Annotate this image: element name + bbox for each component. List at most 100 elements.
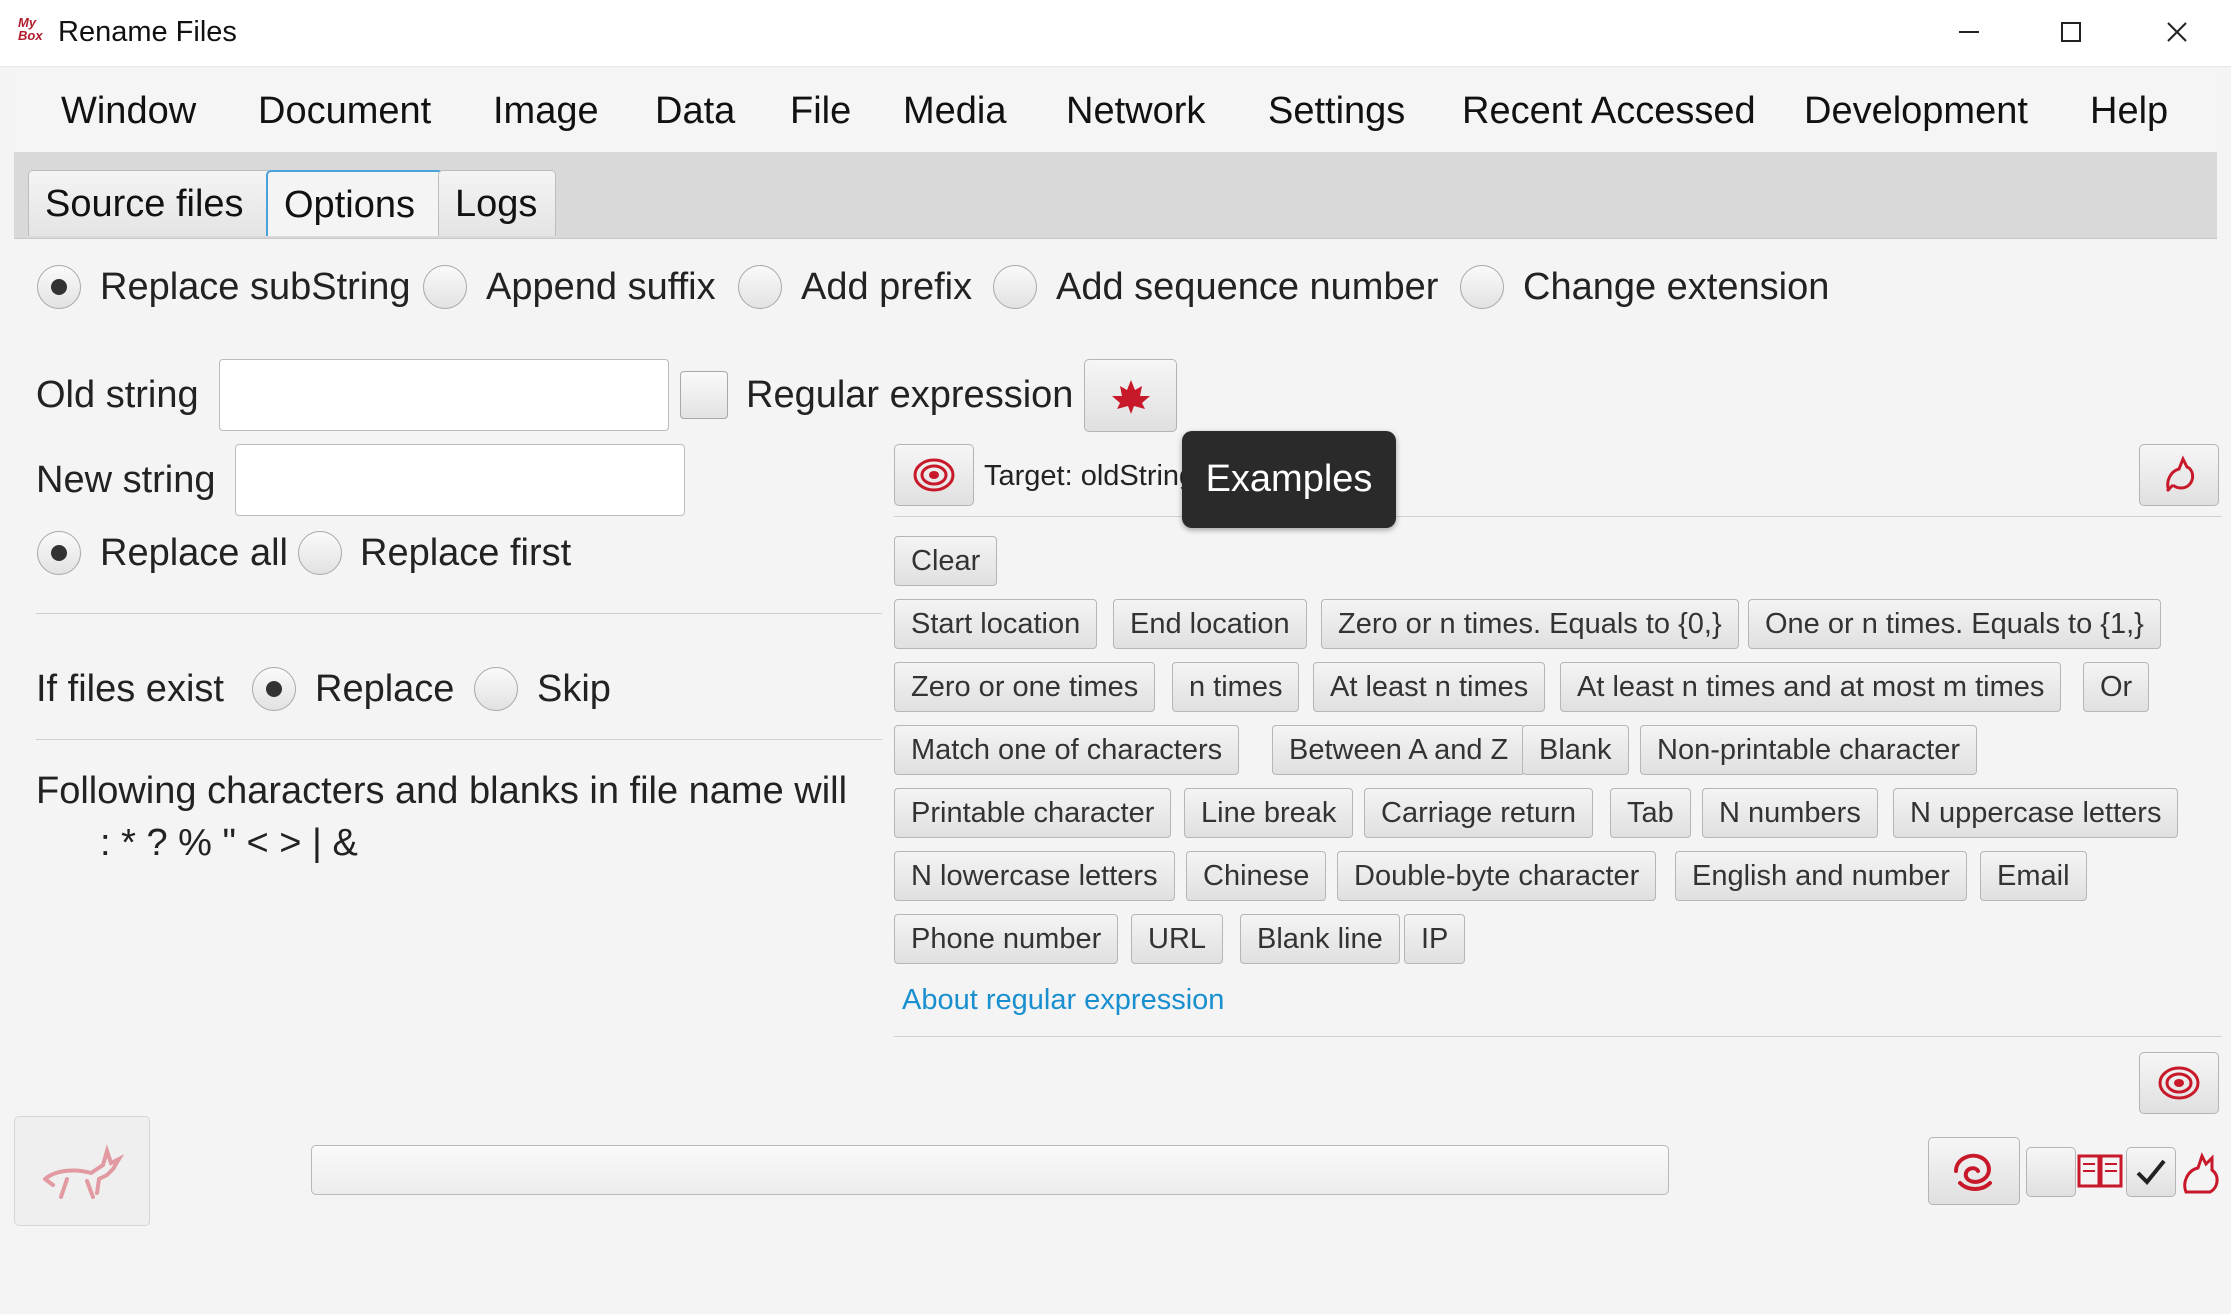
stop-button[interactable] [14,1116,150,1226]
regex-chip[interactable]: Double-byte character [1337,851,1657,901]
regex-chip[interactable]: Zero or n times. Equals to {0,} [1321,599,1739,649]
note-line-1: Following characters and blanks in file … [36,770,848,812]
radio-replace-first[interactable] [298,531,342,575]
regex-chip[interactable]: Chinese [1186,851,1327,901]
swirl-icon [1954,1153,1992,1191]
separator [36,613,882,614]
about-regex-link[interactable]: About regular expression [902,978,1224,1022]
regex-chip[interactable]: n times [1172,662,1300,712]
forbidden-chars-note: Following characters and blanks in file … [36,768,882,878]
history-button[interactable] [894,444,974,506]
radio-replace-substring[interactable] [37,265,81,309]
deer-icon [43,1144,125,1199]
menu-data[interactable]: Data [655,88,735,134]
book-icon[interactable] [2076,1152,2124,1192]
minimize-button[interactable] [1918,0,2020,64]
regex-chip[interactable]: Line break [1184,788,1354,838]
regex-clear-button[interactable]: Clear [894,536,998,586]
regex-chip[interactable]: Blank [1522,725,1629,775]
window-title: Rename Files [58,16,237,48]
separator [36,739,882,740]
regex-chip[interactable]: Blank line [1240,914,1400,964]
regex-chip[interactable]: Non-printable character [1640,725,1978,775]
regex-chip[interactable]: N lowercase letters [894,851,1175,901]
maximize-button[interactable] [2020,0,2122,64]
radio-label-change-extension: Change extension [1523,266,1830,308]
menu-help[interactable]: Help [2090,88,2168,134]
start-button[interactable] [1928,1137,2020,1205]
regex-checkbox-label: Regular expression [746,374,1074,416]
tab-options[interactable]: Options [266,170,443,236]
radio-files-exist-replace[interactable] [252,667,296,711]
old-string-input[interactable] [219,359,669,431]
minimize-icon [1959,31,1979,33]
regex-chip[interactable]: End location [1113,599,1307,649]
panel-menu-button[interactable] [2139,444,2219,506]
tab-logs[interactable]: Logs [438,170,556,236]
radio-add-prefix[interactable] [738,265,782,309]
radio-label-files-exist-replace: Replace [315,668,455,710]
regex-chip[interactable]: IP [1404,914,1466,964]
menu-document[interactable]: Document [258,88,431,134]
radio-label-replace-first: Replace first [360,532,572,574]
close-icon [2167,22,2187,42]
spiral-icon [913,458,955,492]
regex-chip[interactable]: Phone number [894,914,1119,964]
menu-window[interactable]: Window [61,88,196,134]
radio-label-add-prefix: Add prefix [801,266,973,308]
radio-label-append-suffix: Append suffix [486,266,716,308]
files-exist-label: If files exist [36,668,224,710]
menu-media[interactable]: Media [903,88,1007,134]
separator [894,516,2222,517]
check-toggle-button[interactable] [2126,1147,2176,1197]
regex-chip[interactable]: Zero or one times [894,662,1156,712]
menu-file[interactable]: File [790,88,851,134]
maximize-icon [2061,22,2081,42]
menu-development[interactable]: Development [1804,88,2028,134]
spiral-button[interactable] [2139,1052,2219,1114]
blank-toggle-button[interactable] [2026,1147,2076,1197]
examples-tooltip: Examples [1182,431,1396,528]
radio-label-replace-all: Replace all [100,532,288,574]
target-label: Target: oldString [984,460,1196,492]
regex-chip[interactable]: Between A and Z [1272,725,1526,775]
regex-chip[interactable]: At least n times [1313,662,1546,712]
checkmark-icon [2136,1159,2166,1185]
close-button[interactable] [2126,0,2228,64]
regex-checkbox[interactable] [680,371,728,419]
regex-chip[interactable]: Match one of characters [894,725,1240,775]
regex-chip[interactable]: Printable character [894,788,1172,838]
tab-source-files[interactable]: Source files [28,170,273,236]
radio-files-exist-skip[interactable] [474,667,518,711]
tab-bar: Source files Options Logs [14,152,2217,239]
radio-append-suffix[interactable] [423,265,467,309]
menu-image[interactable]: Image [493,88,599,134]
menu-settings[interactable]: Settings [1268,88,1405,134]
regex-chip[interactable]: Carriage return [1364,788,1594,838]
regex-examples-button[interactable] [1084,359,1177,432]
menu-recent-accessed[interactable]: Recent Accessed [1462,88,1756,134]
regex-chip[interactable]: Start location [894,599,1098,649]
old-string-label: Old string [36,374,199,416]
radio-change-extension[interactable] [1460,265,1504,309]
progress-bar [311,1145,1669,1195]
regex-chip[interactable]: Or [2083,662,2150,712]
radio-add-sequence-number[interactable] [993,265,1037,309]
regex-chip[interactable]: One or n times. Equals to {1,} [1748,599,2161,649]
regex-chip[interactable]: At least n times and at most m times [1560,662,2062,712]
regex-chip[interactable]: English and number [1675,851,1967,901]
cat-icon[interactable] [2178,1148,2224,1196]
regex-chip[interactable]: N uppercase letters [1893,788,2179,838]
menu-network[interactable]: Network [1066,88,1205,134]
app-logo: My Box [18,15,43,43]
title-bar: My Box Rename Files [0,0,2231,67]
new-string-input[interactable] [235,444,685,516]
regex-chip[interactable]: URL [1131,914,1224,964]
regex-chip[interactable]: Tab [1610,788,1691,838]
regex-chip[interactable]: Email [1980,851,2087,901]
regex-chip[interactable]: N numbers [1702,788,1878,838]
radio-label-files-exist-skip: Skip [537,668,611,710]
radio-label-replace-substring: Replace subString [100,266,411,308]
radio-replace-all[interactable] [37,531,81,575]
spiral-icon [2158,1066,2200,1100]
